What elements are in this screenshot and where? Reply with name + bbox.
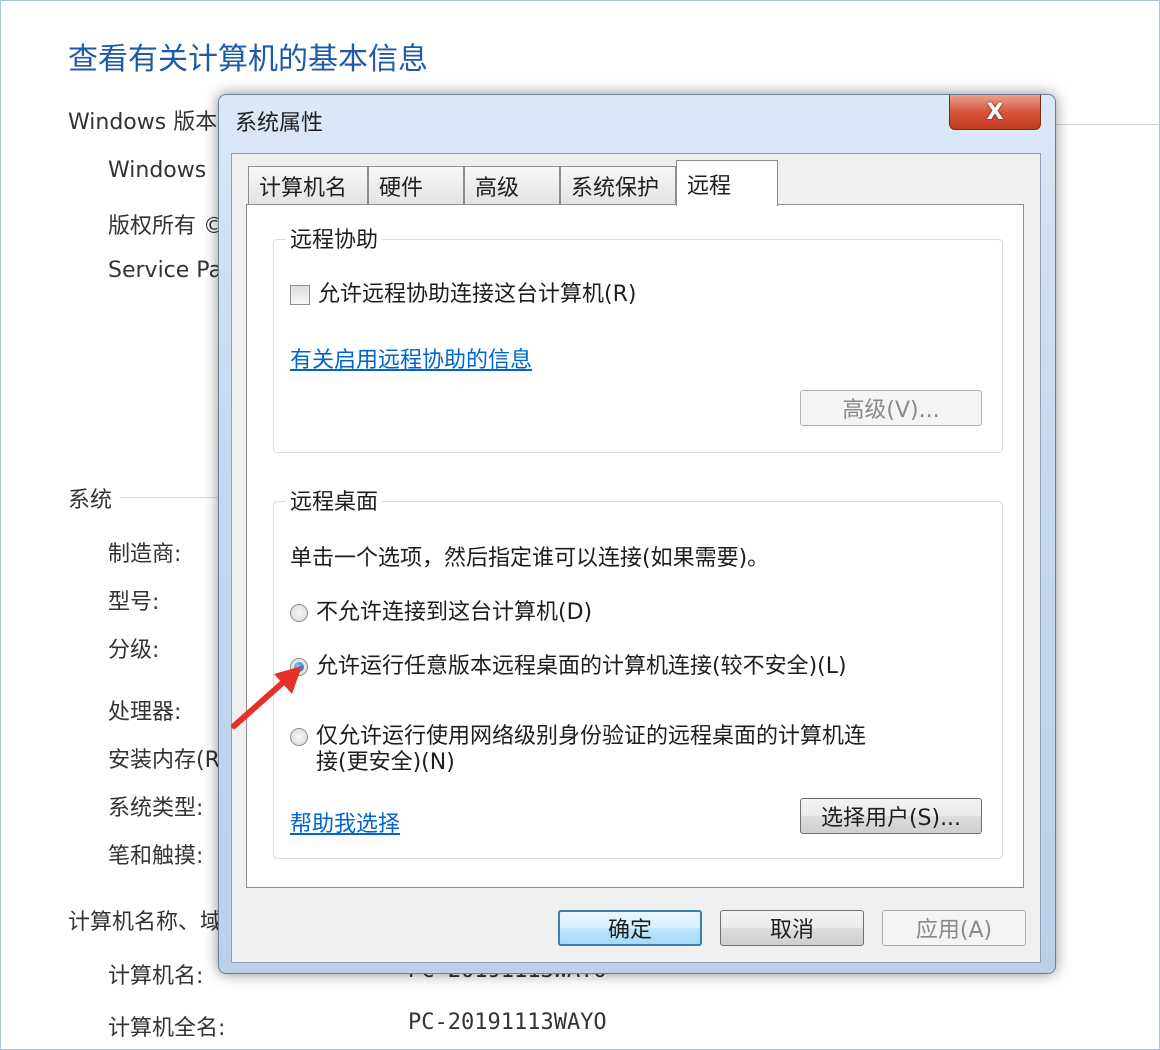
computer-name-label: 计算机名: bbox=[108, 964, 204, 989]
model-label: 型号: bbox=[108, 590, 160, 615]
dialog-client-area: 计算机名 硬件 高级 系统保护 远程 远程协助 允许远程协助连接这台计算机(R)… bbox=[231, 153, 1041, 963]
system-type-label: 系统类型: bbox=[108, 796, 204, 821]
help-me-choose-link[interactable]: 帮助我选择 bbox=[290, 806, 400, 838]
tab-advanced[interactable]: 高级 bbox=[464, 166, 560, 204]
close-button[interactable]: X bbox=[949, 95, 1041, 130]
radio-allow-nla-label: 仅允许运行使用网络级别身份验证的远程桌面的计算机连接(更安全)(N) bbox=[316, 724, 867, 775]
tab-system-protection[interactable]: 系统保护 bbox=[560, 166, 676, 204]
system-heading: 系统 bbox=[68, 488, 113, 513]
tab-remote[interactable]: 远程 bbox=[676, 160, 778, 206]
annotation-arrow-icon bbox=[231, 666, 302, 729]
cancel-button[interactable]: 取消 bbox=[720, 910, 864, 946]
apply-button[interactable]: 应用(A) bbox=[882, 910, 1026, 946]
section-divider bbox=[120, 497, 218, 498]
section-divider bbox=[1050, 124, 1158, 125]
dialog-title: 系统属性 bbox=[235, 111, 324, 136]
edition-row: Windows bbox=[108, 158, 207, 183]
rating-label: 分级: bbox=[108, 638, 160, 663]
windows-edition-heading: Windows 版本 bbox=[68, 110, 218, 135]
allow-remote-assistance-label: 允许远程协助连接这台计算机(R) bbox=[318, 282, 637, 307]
full-name-label: 计算机全名: bbox=[108, 1016, 226, 1041]
tab-computer-name[interactable]: 计算机名 bbox=[248, 166, 368, 204]
radio-allow-any-label: 允许运行任意版本远程桌面的计算机连接(较不安全)(L) bbox=[316, 654, 847, 679]
remote-assistance-group: 远程协助 允许远程协助连接这台计算机(R) 有关启用远程协助的信息 高级(V).… bbox=[273, 222, 1003, 453]
remote-assistance-heading: 远程协助 bbox=[286, 222, 383, 254]
advanced-button[interactable]: 高级(V)... bbox=[800, 390, 982, 426]
page-title: 查看有关计算机的基本信息 bbox=[68, 42, 428, 77]
computer-name-heading: 计算机名称、域 bbox=[68, 910, 223, 935]
remote-assistance-info-link[interactable]: 有关启用远程协助的信息 bbox=[290, 342, 532, 374]
select-users-button[interactable]: 选择用户(S)... bbox=[800, 798, 982, 834]
radio-allow-nla-only[interactable]: 仅允许运行使用网络级别身份验证的远程桌面的计算机连接(更安全)(N) bbox=[290, 724, 890, 776]
processor-label: 处理器: bbox=[108, 700, 182, 725]
radio-disallow-label: 不允许连接到这台计算机(D) bbox=[316, 600, 593, 625]
remote-desktop-group: 远程桌面 单击一个选项，然后指定谁可以连接(如果需要)。 不允许连接到这台计算机… bbox=[273, 484, 1003, 859]
remote-desktop-instruction: 单击一个选项，然后指定谁可以连接(如果需要)。 bbox=[290, 546, 770, 571]
pen-touch-label: 笔和触摸: bbox=[108, 844, 204, 869]
memory-label: 安装内存(R bbox=[108, 748, 220, 773]
tab-hardware[interactable]: 硬件 bbox=[368, 166, 464, 204]
checkbox-box[interactable] bbox=[290, 285, 310, 305]
service-pack-row: Service Pa bbox=[108, 258, 223, 283]
remote-desktop-heading: 远程桌面 bbox=[286, 484, 383, 516]
close-icon: X bbox=[986, 99, 1004, 125]
manufacturer-label: 制造商: bbox=[108, 542, 182, 567]
radio-allow-any-version[interactable]: 允许运行任意版本远程桌面的计算机连接(较不安全)(L) bbox=[290, 654, 847, 680]
full-name-value: PC-20191113WAYO bbox=[408, 1010, 607, 1035]
ok-button[interactable]: 确定 bbox=[558, 910, 702, 946]
system-properties-dialog: 系统属性 X 计算机名 硬件 高级 系统保护 远程 远程协助 允许远程协助连接这… bbox=[218, 94, 1056, 974]
remote-tab-page: 远程协助 允许远程协助连接这台计算机(R) 有关启用远程协助的信息 高级(V).… bbox=[246, 204, 1024, 888]
radio-button[interactable] bbox=[290, 604, 308, 622]
allow-remote-assistance-checkbox[interactable]: 允许远程协助连接这台计算机(R) bbox=[290, 282, 636, 308]
copyright-row: 版权所有 © bbox=[108, 214, 225, 239]
radio-disallow-connections[interactable]: 不允许连接到这台计算机(D) bbox=[290, 600, 592, 626]
